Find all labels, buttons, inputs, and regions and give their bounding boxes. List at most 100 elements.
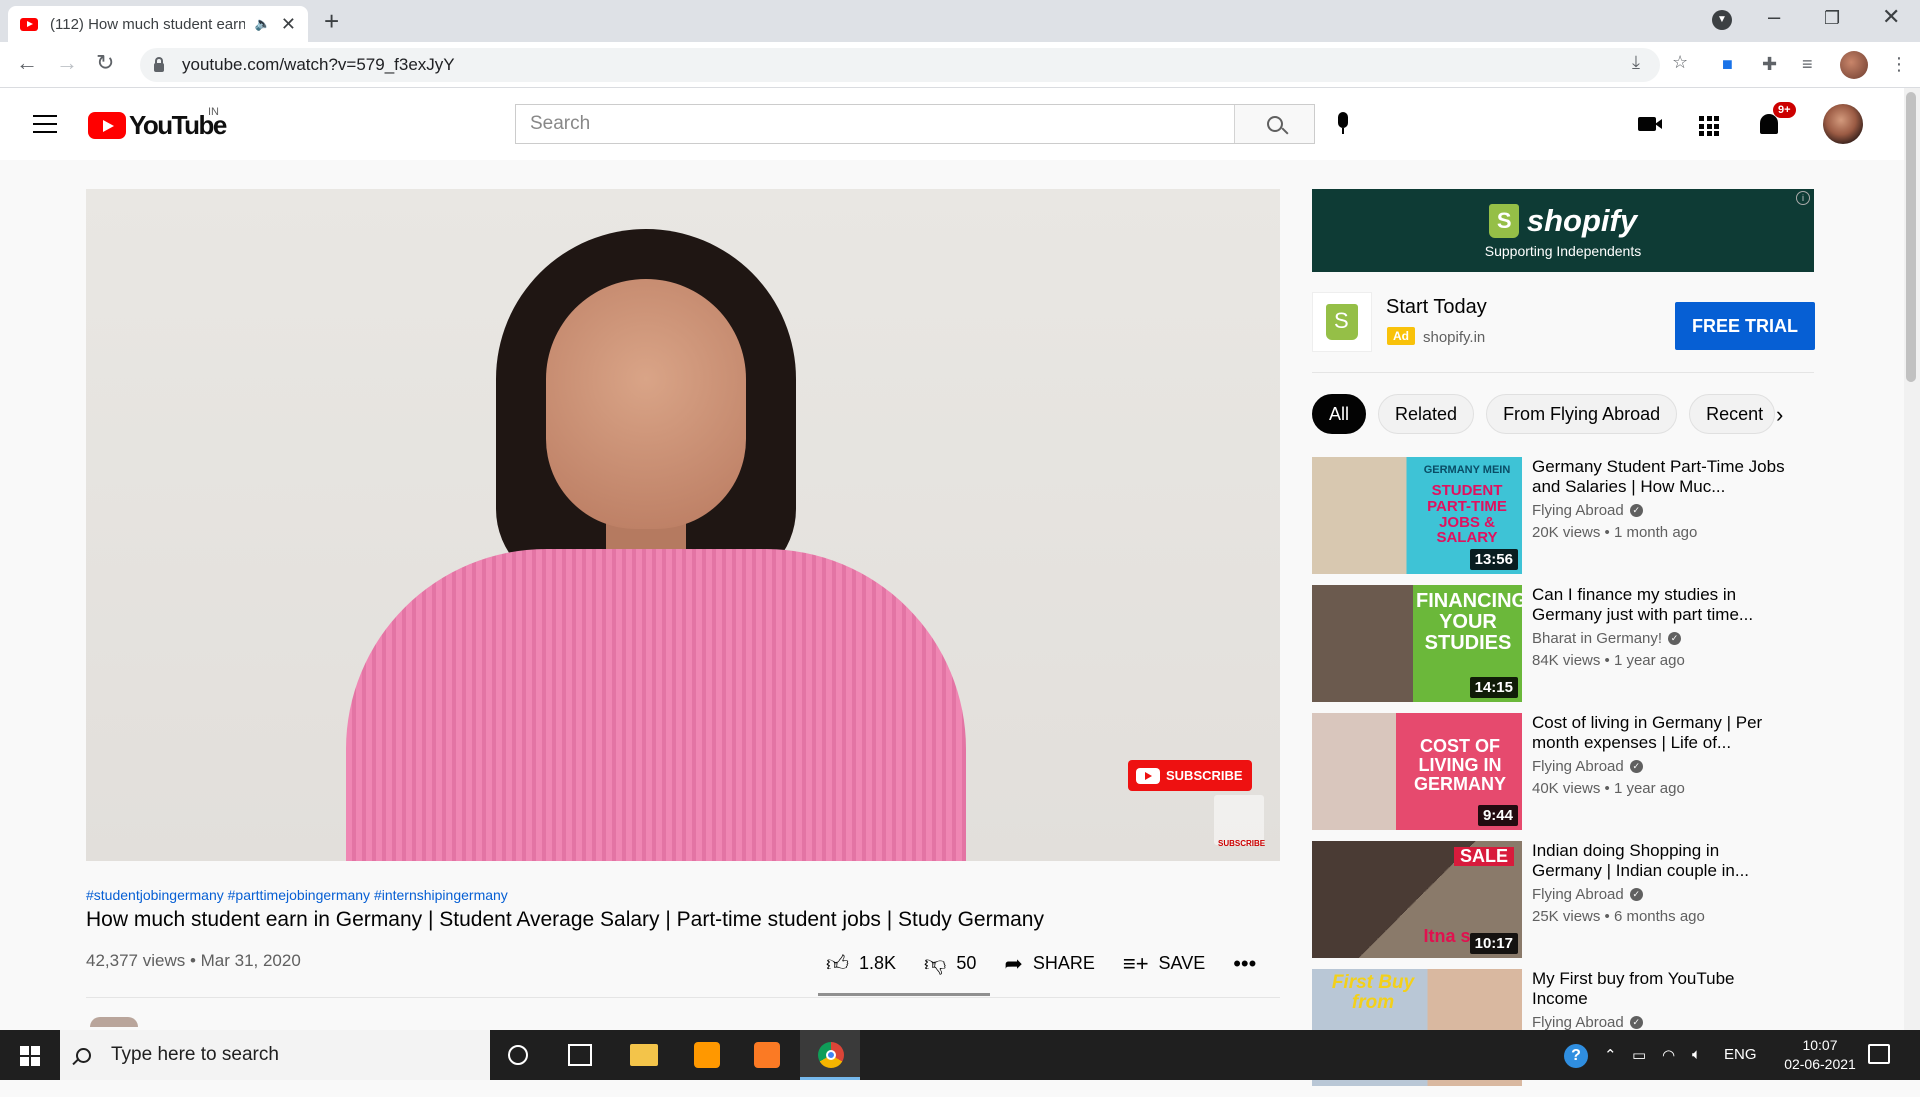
rec-channel[interactable]: Flying Abroad ✓ (1532, 758, 1643, 775)
thumbnail-text: SALE (1454, 847, 1514, 866)
rec-title[interactable]: Indian doing Shopping in Germany | India… (1532, 841, 1792, 881)
ad-info-icon[interactable]: i (1796, 191, 1810, 205)
like-button[interactable]: 👍︎ 1.8K (826, 950, 896, 977)
bookmark-star-icon[interactable]: ☆ (1672, 52, 1688, 73)
chrome-icon[interactable] (818, 1042, 844, 1068)
dislike-count: 50 (956, 953, 977, 973)
task-view-icon[interactable] (568, 1044, 592, 1066)
forward-arrow-icon[interactable]: → (56, 50, 78, 76)
create-video-icon[interactable] (1638, 117, 1662, 131)
cortana-icon[interactable] (508, 1045, 528, 1065)
video-thumbnail[interactable]: FINANCING YOUR STUDIES 14:15 (1312, 585, 1522, 702)
rec-title[interactable]: Can I finance my studies in Germany just… (1532, 585, 1792, 625)
rec-channel-name: Bharat in Germany! (1532, 630, 1663, 647)
file-explorer-icon[interactable] (630, 1044, 658, 1066)
chevron-up-icon[interactable]: ⌃ (1604, 1046, 1617, 1064)
xampp-icon[interactable] (754, 1042, 780, 1068)
list-item[interactable]: GERMANY MEIN STUDENT PART-TIME JOBS & SALAR… (1312, 457, 1814, 585)
share-label: SHARE (1032, 953, 1095, 973)
list-item[interactable]: COST OF LIVING IN GERMANY 9:44 Cost of liv… (1312, 713, 1814, 841)
channel-avatar[interactable] (90, 1017, 138, 1027)
wifi-icon[interactable]: ◠ (1662, 1046, 1675, 1064)
scrollbar-thumb[interactable] (1906, 92, 1916, 382)
rec-title[interactable]: Cost of living in Germany | Per month ex… (1532, 713, 1792, 753)
language-indicator[interactable]: ENG (1724, 1046, 1757, 1063)
restore-button[interactable]: ❐ (1824, 8, 1840, 29)
ad-banner[interactable]: shopify Supporting Independents (1312, 189, 1814, 272)
tab-search-icon[interactable]: ▼ (1712, 10, 1732, 30)
verified-check-icon: ✓ (1629, 760, 1643, 773)
rec-channel[interactable]: Flying Abroad ✓ (1532, 886, 1643, 903)
dislike-button[interactable]: 👎︎ 50 (924, 950, 976, 977)
youtube-play-icon (1136, 767, 1160, 784)
free-trial-button[interactable]: FREE TRIAL (1675, 302, 1815, 350)
close-tab-icon[interactable]: ✕ (281, 14, 296, 35)
thumbnail-text: GERMANY MEIN (1423, 464, 1511, 476)
extension-shield-icon[interactable]: ■ (1722, 54, 1733, 75)
taskbar-clock[interactable]: 10:07 02-06-2021 (1780, 1036, 1860, 1074)
video-thumbnail[interactable]: GERMANY MEIN STUDENT PART-TIME JOBS & SALAR… (1312, 457, 1522, 574)
rec-channel-name: Flying Abroad (1532, 758, 1624, 775)
ad-tagline: Supporting Independents (1484, 242, 1642, 259)
list-item[interactable]: SALE Itna s 10:17 Indian doing Shopping … (1312, 841, 1814, 969)
lock-icon (154, 56, 164, 72)
extensions-puzzle-icon[interactable]: ✚ (1762, 54, 1777, 75)
rec-meta: 25K views • 6 months ago (1532, 908, 1705, 925)
back-arrow-icon[interactable]: ← (16, 50, 38, 76)
ad-logo[interactable] (1312, 292, 1372, 352)
chip-all[interactable]: All (1312, 394, 1367, 434)
thumbnail-text: COST OF LIVING IN GERMANY (1413, 736, 1506, 794)
chip-from-flying-abroad[interactable]: From Flying Abroad (1486, 394, 1678, 434)
video-thumbnail[interactable]: COST OF LIVING IN GERMANY 9:44 (1312, 713, 1522, 830)
battery-icon[interactable]: ▭ (1632, 1046, 1646, 1064)
taskbar-search[interactable]: Type here to search (60, 1030, 490, 1080)
media-queue-icon[interactable]: ≡ (1802, 54, 1813, 75)
close-window-button[interactable]: ✕ (1882, 4, 1900, 30)
sublime-text-icon[interactable] (694, 1042, 720, 1068)
more-actions-button[interactable]: ••• (1233, 951, 1266, 977)
rec-channel[interactable]: Flying Abroad ✓ (1532, 1014, 1643, 1031)
new-tab-button[interactable]: + (324, 6, 339, 37)
search-input[interactable] (516, 105, 1234, 143)
speaker-icon[interactable]: 🔈 (255, 16, 271, 32)
shopify-bag-icon (1488, 203, 1519, 238)
video-thumbnail[interactable]: SALE Itna s 10:17 (1312, 841, 1522, 958)
browser-menu-icon[interactable]: ⋮ (1890, 54, 1908, 75)
notifications-bell-icon[interactable] (1760, 114, 1778, 134)
volume-icon[interactable]: 🔈︎ (1692, 1046, 1701, 1063)
chevron-right-icon[interactable]: › (1776, 402, 1783, 428)
search-box (515, 104, 1315, 144)
subscribe-overlay-button[interactable]: SUBSCRIBE (1128, 760, 1252, 791)
windows-start-icon[interactable] (20, 1046, 40, 1066)
ad-title[interactable]: Start Today (1386, 296, 1487, 319)
browser-tab-youtube[interactable]: (112) How much student earn in Germany 🔈… (8, 6, 308, 42)
chip-related[interactable]: Related (1378, 394, 1475, 434)
help-icon[interactable]: ? (1564, 1044, 1588, 1068)
minimize-button[interactable]: – (1768, 4, 1780, 30)
install-icon[interactable]: ⤓ (1632, 52, 1640, 73)
video-player[interactable]: SUBSCRIBE SUBSCRIBE (86, 189, 1280, 861)
apps-grid-icon[interactable] (1699, 116, 1719, 136)
video-hashtags[interactable]: #studentjobingermany #parttimejobingerma… (86, 887, 508, 903)
search-button[interactable] (1234, 105, 1314, 143)
voice-search-mic-icon[interactable] (1336, 112, 1350, 138)
channel-watermark[interactable] (1214, 795, 1264, 845)
video-frame-face (546, 279, 746, 529)
save-button[interactable]: ≡+ SAVE (1123, 951, 1205, 977)
youtube-logo[interactable]: YouTube IN (88, 106, 227, 141)
account-avatar[interactable] (1823, 104, 1863, 144)
share-button[interactable]: ➦ SHARE (1004, 951, 1094, 977)
action-center-icon[interactable] (1868, 1044, 1890, 1064)
browser-tabstrip: (112) How much student earn in Germany 🔈… (0, 0, 1920, 42)
clock-date: 02-06-2021 (1784, 1056, 1856, 1072)
address-bar[interactable]: youtube.com/watch?v=579_f3exJyY (140, 48, 1660, 82)
chip-recent[interactable]: Recent (1689, 394, 1776, 434)
rec-title[interactable]: My First buy from YouTube Income (1532, 969, 1792, 1009)
rec-title[interactable]: Germany Student Part-Time Jobs and Salar… (1532, 457, 1792, 497)
rec-channel[interactable]: Flying Abroad ✓ (1532, 502, 1643, 519)
reload-icon[interactable]: ↻ (96, 50, 114, 76)
profile-avatar[interactable] (1840, 51, 1868, 79)
hamburger-menu-icon[interactable] (33, 115, 57, 133)
list-item[interactable]: FINANCING YOUR STUDIES 14:15 Can I finance… (1312, 585, 1814, 713)
rec-channel[interactable]: Bharat in Germany! ✓ (1532, 630, 1682, 647)
